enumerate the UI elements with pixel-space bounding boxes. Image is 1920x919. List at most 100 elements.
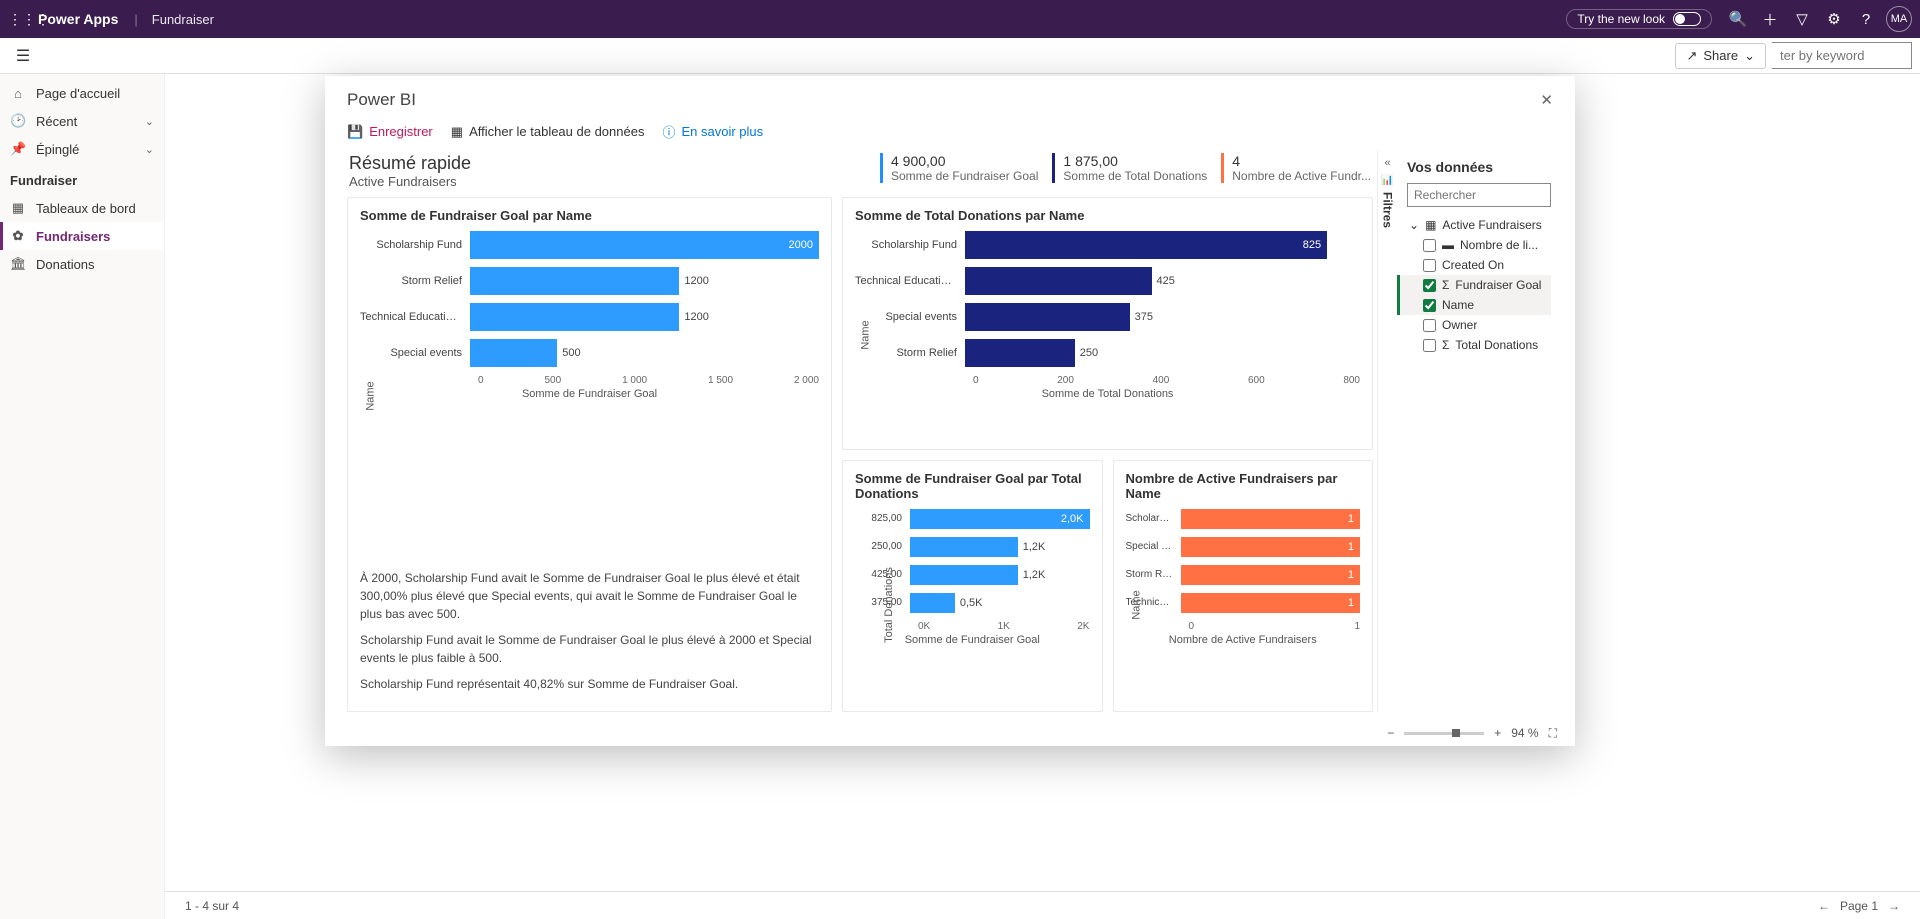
global-header: ⋮⋮⋮ Power Apps | Fundraiser Try the new … <box>0 0 1920 38</box>
field-label: Owner <box>1442 318 1477 332</box>
kpi-goal-value: 4 900,00 <box>891 153 1038 169</box>
field-owner[interactable]: Owner <box>1407 315 1551 335</box>
y-axis-label: Total Donations <box>883 567 895 643</box>
chart-card-goal-by-donations[interactable]: Somme de Fundraiser Goal par Total Donat… <box>842 460 1103 713</box>
field-fundraiser-goal[interactable]: ΣFundraiser Goal <box>1397 275 1551 295</box>
grid-footer: 1 - 4 sur 4 ← Page 1 → <box>165 891 1920 919</box>
chevron-down-icon: ⌄ <box>145 115 154 128</box>
search-icon[interactable]: 🔍 <box>1722 10 1754 28</box>
field-label: Nombre de li... <box>1460 238 1538 252</box>
field-checkbox[interactable] <box>1423 299 1436 312</box>
kpi-count-value: 4 <box>1232 153 1371 169</box>
data-pane: Vos données ⌄▦Active Fundraisers ▬Nombre… <box>1397 151 1557 712</box>
chart-card-goal-by-name[interactable]: Somme de Fundraiser Goal par Name Name S… <box>347 197 832 712</box>
table-icon: ▦ <box>451 124 463 140</box>
waffle-icon[interactable]: ⋮⋮⋮ <box>8 11 38 28</box>
data-search-input[interactable] <box>1407 183 1551 207</box>
nav-pinned[interactable]: 📌Épinglé⌄ <box>0 135 164 163</box>
zoom-out-button[interactable]: − <box>1387 726 1394 740</box>
save-button[interactable]: 💾 Enregistrer <box>347 122 433 141</box>
powerbi-modal: Power BI ✕ 💾Enregistrer ▦Afficher le tab… <box>325 76 1575 746</box>
save-icon: 💾 <box>347 124 363 140</box>
filter-icon[interactable]: ▽ <box>1786 10 1818 28</box>
chevron-down-icon: ⌄ <box>1744 48 1755 64</box>
app-name: Fundraiser <box>152 12 214 27</box>
page-label: Page 1 <box>1840 899 1878 913</box>
field-name[interactable]: Name <box>1397 295 1551 315</box>
field-checkbox[interactable] <box>1423 239 1436 252</box>
field-label: Created On <box>1442 258 1504 272</box>
kpi-count-label: Nombre de Active Fundr... <box>1232 169 1371 183</box>
nav-recent-label: Récent <box>36 114 77 129</box>
nav-home-label: Page d'accueil <box>36 86 120 101</box>
command-bar: ☰ ↗ Share ⌄ <box>0 38 1920 74</box>
zoom-slider[interactable] <box>1404 732 1484 735</box>
kpi-donations-value: 1 875,00 <box>1063 153 1207 169</box>
help-icon[interactable]: ? <box>1850 11 1882 28</box>
chart-card-count-by-name[interactable]: Nombre de Active Fundraisers par Name Na… <box>1113 460 1374 713</box>
nav-section-fundraiser: Fundraiser <box>0 163 164 194</box>
brand-label[interactable]: Power Apps <box>38 11 118 27</box>
field-checkbox[interactable] <box>1423 319 1436 332</box>
learn-more-button[interactable]: ⓘEn savoir plus <box>662 122 763 141</box>
kpi-donations-label: Somme de Total Donations <box>1063 169 1207 183</box>
fit-to-page-icon[interactable]: ⛶ <box>1549 726 1557 741</box>
hamburger-icon[interactable]: ☰ <box>8 46 38 66</box>
kpi-donations[interactable]: 1 875,00Somme de Total Donations <box>1052 153 1207 183</box>
field-created-on[interactable]: Created On <box>1407 255 1551 275</box>
close-icon[interactable]: ✕ <box>1540 91 1553 109</box>
share-button[interactable]: ↗ Share ⌄ <box>1675 43 1766 69</box>
try-new-look-toggle[interactable]: Try the new look <box>1566 9 1712 29</box>
kpi-goal-label: Somme de Fundraiser Goal <box>891 169 1038 183</box>
field-label: Fundraiser Goal <box>1455 278 1541 292</box>
summary-subtitle: Active Fundraisers <box>349 174 471 189</box>
nav-recent[interactable]: 🕑Récent⌄ <box>0 107 164 135</box>
field-row-count[interactable]: ▬Nombre de li... <box>1407 235 1551 255</box>
settings-icon[interactable]: ⚙ <box>1818 10 1850 28</box>
report-area: Résumé rapide Active Fundraisers 4 900,0… <box>343 151 1377 712</box>
keyword-filter-input[interactable] <box>1772 42 1912 69</box>
kpi-goal[interactable]: 4 900,00Somme de Fundraiser Goal <box>880 153 1038 183</box>
filters-label: Filtres <box>1381 192 1395 228</box>
share-icon: ↗ <box>1686 48 1697 64</box>
try-new-look-label: Try the new look <box>1577 12 1665 26</box>
donation-icon: 🏛 <box>10 256 26 272</box>
field-total-donations[interactable]: ΣTotal Donations <box>1407 335 1551 355</box>
modal-footer: − + 94 % ⛶ <box>325 720 1575 746</box>
avatar[interactable]: MA <box>1886 6 1912 32</box>
show-data-table-button[interactable]: ▦Afficher le tableau de données <box>451 122 645 141</box>
data-table-node[interactable]: ⌄▦Active Fundraisers <box>1407 215 1551 235</box>
table-icon: ▦ <box>1425 218 1436 232</box>
y-axis-label: Name <box>860 320 872 349</box>
nav-home[interactable]: ⌂ Page d'accueil <box>0 80 164 107</box>
prev-page-icon[interactable]: ← <box>1818 899 1830 913</box>
data-table-label: Active Fundraisers <box>1442 218 1541 232</box>
field-checkbox[interactable] <box>1423 259 1436 272</box>
chevron-left-icon: « <box>1384 157 1390 169</box>
home-icon: ⌂ <box>10 86 26 101</box>
nav-dashboards[interactable]: ▦Tableaux de bord <box>0 194 164 222</box>
nav-pinned-label: Épinglé <box>36 142 79 157</box>
next-page-icon[interactable]: → <box>1888 899 1900 913</box>
chart-canvas: Name Scholarship Fund2000Storm Relief120… <box>360 231 819 561</box>
kpi-count[interactable]: 4Nombre de Active Fundr... <box>1221 153 1371 183</box>
data-pane-title: Vos données <box>1407 159 1551 175</box>
nav-donations[interactable]: 🏛Donations <box>0 250 164 278</box>
main-area: Power BI ✕ 💾Enregistrer ▦Afficher le tab… <box>165 74 1920 919</box>
field-checkbox[interactable] <box>1423 279 1436 292</box>
add-icon[interactable]: ＋ <box>1754 9 1786 30</box>
toggle-icon <box>1673 12 1701 26</box>
save-label: Enregistrer <box>369 124 433 139</box>
chart-canvas: Name Scholarsh...1Special e...1Storm Rel… <box>1126 509 1361 702</box>
chevron-down-icon: ⌄ <box>145 143 154 156</box>
chart-card-donations-by-name[interactable]: Somme de Total Donations par Name Name S… <box>842 197 1373 450</box>
filters-pane-collapsed[interactable]: « 📊 Filtres <box>1377 151 1397 712</box>
chart-title: Nombre de Active Fundraisers par Name <box>1126 471 1361 501</box>
chart-title: Somme de Total Donations par Name <box>855 208 1360 223</box>
nav-fundraisers[interactable]: ✿Fundraisers <box>0 222 164 250</box>
fundraiser-icon: ✿ <box>10 228 26 244</box>
zoom-in-button[interactable]: + <box>1494 726 1501 740</box>
insight-3: Scholarship Fund représentait 40,82% sur… <box>360 675 819 693</box>
sigma-icon: Σ <box>1442 338 1449 352</box>
field-checkbox[interactable] <box>1423 339 1436 352</box>
